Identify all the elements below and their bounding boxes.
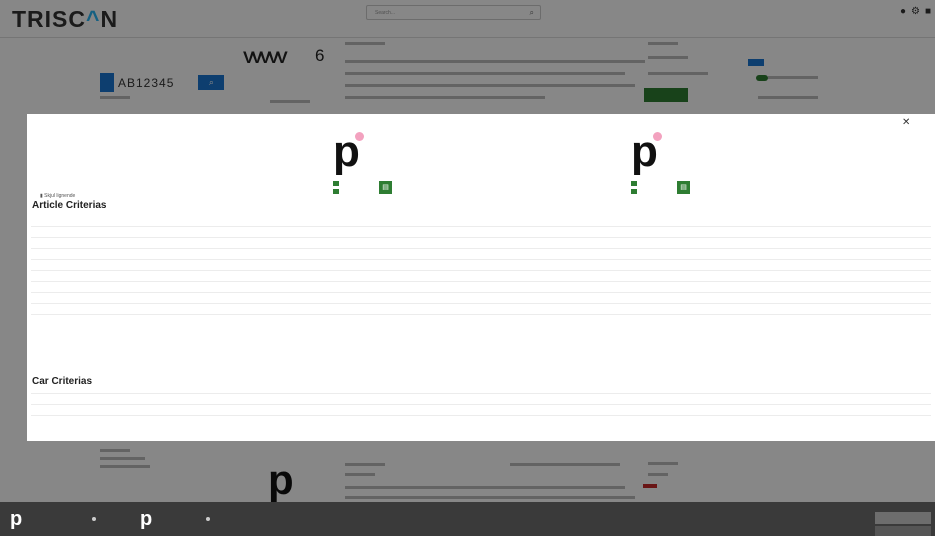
add-to-cart-button[interactable]: ▤ — [677, 181, 690, 194]
remove-icon[interactable] — [92, 517, 97, 521]
truck-icon — [631, 189, 637, 195]
product-column-1: p ▤ — [333, 130, 392, 196]
compare-modal: p ▤ p ▤ ▮ Skjul lignende Article Criteri… — [27, 114, 935, 441]
table-row — [31, 404, 931, 415]
remove-icon[interactable] — [206, 517, 211, 521]
table-row — [31, 237, 931, 248]
cart-icon: ▤ — [680, 184, 687, 191]
table-row — [31, 415, 931, 426]
table-row — [31, 248, 931, 259]
toggle-icon: ▮ — [40, 193, 43, 199]
product-badge — [653, 132, 662, 141]
compare-button[interactable] — [875, 512, 931, 524]
article-criteria-title: Article Criterias — [32, 200, 107, 211]
table-row — [31, 259, 931, 270]
truck-icon — [333, 189, 339, 195]
product-logo: p — [140, 508, 153, 530]
close-icon[interactable]: ✕ — [902, 117, 910, 128]
car-criteria-title: Car Criterias — [32, 376, 93, 387]
product-logo: p — [333, 130, 364, 174]
dock-item[interactable]: p — [140, 508, 211, 530]
add-to-cart-button[interactable]: ▤ — [379, 181, 392, 194]
dock-item[interactable]: p — [10, 508, 97, 530]
table-row — [31, 226, 931, 237]
stock-info: ▤ — [631, 180, 690, 196]
table-row — [31, 292, 931, 303]
hide-similar-label: Skjul lignende — [44, 193, 76, 199]
stock-icon — [631, 181, 637, 187]
compare-dock: p p — [0, 502, 935, 536]
table-row — [31, 281, 931, 292]
product-badge — [355, 132, 364, 141]
stock-icon — [333, 181, 339, 187]
product-logo: p — [631, 130, 662, 174]
cart-icon: ▤ — [382, 184, 389, 191]
table-row — [31, 314, 931, 325]
stock-info: ▤ — [333, 180, 392, 196]
table-row — [31, 303, 931, 314]
table-row — [31, 270, 931, 281]
hide-similar-toggle[interactable]: ▮ Skjul lignende — [40, 193, 75, 199]
product-logo: p — [10, 508, 23, 530]
product-column-2: p ▤ — [631, 130, 690, 196]
table-row — [31, 393, 931, 404]
clear-button[interactable] — [875, 526, 931, 536]
